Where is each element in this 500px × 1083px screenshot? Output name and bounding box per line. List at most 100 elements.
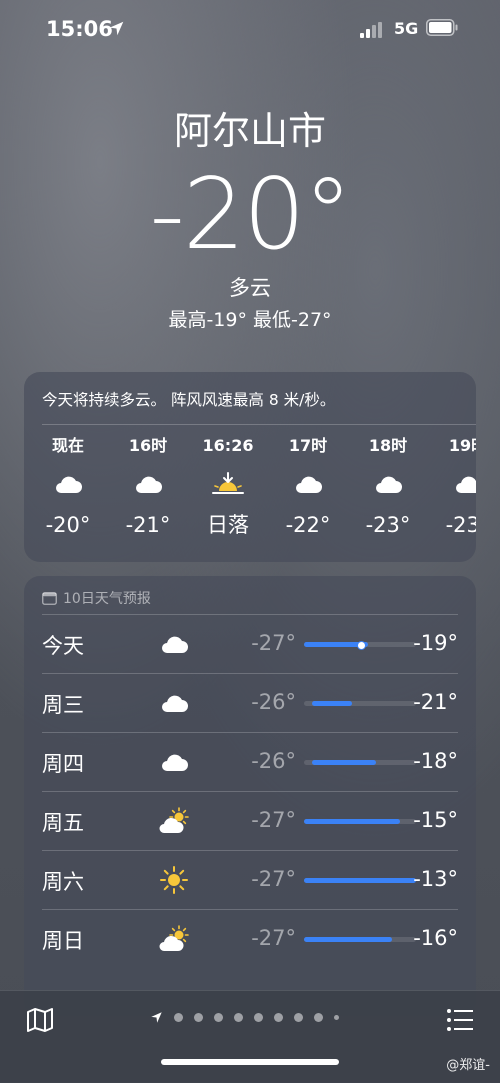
- location-arrow-icon: [109, 21, 124, 36]
- page-dot[interactable]: [294, 1013, 303, 1022]
- current-condition: 多云: [229, 276, 271, 300]
- forecast-row[interactable]: 周四 -26° -18°: [42, 732, 458, 792]
- network-type: 5G: [394, 19, 419, 38]
- hour-temperature: -21°: [125, 513, 171, 537]
- day-label: 周五: [42, 811, 84, 835]
- hourly-item: 18时 -23°: [358, 434, 418, 540]
- low-temperature: -26°: [251, 749, 296, 773]
- hourly-item: 16:26 日落: [198, 434, 258, 540]
- high-low: 最高-19° 最低-27°: [168, 309, 332, 331]
- temperature-range-fill: [312, 701, 352, 706]
- hour-label: 19时: [448, 436, 476, 455]
- hourly-item: 16时 -21°: [118, 434, 178, 540]
- page-dot[interactable]: [234, 1013, 243, 1022]
- battery-icon: [426, 19, 458, 36]
- high-temperature: -19°: [413, 631, 458, 655]
- current-temperature: -20°: [149, 158, 352, 272]
- high-temperature: -13°: [413, 867, 458, 891]
- partly-sunny-icon: [154, 803, 194, 839]
- hourly-item: 17时 -22°: [278, 434, 338, 540]
- page-dot[interactable]: [274, 1013, 283, 1022]
- page-dot[interactable]: [254, 1013, 263, 1022]
- city-name: 阿尔山市: [173, 109, 326, 153]
- page-indicator[interactable]: [150, 1011, 339, 1024]
- current-temperature-marker: [356, 641, 366, 650]
- day-label: 今天: [42, 634, 84, 658]
- daily-forecast-card[interactable]: 10日天气预报 今天 -27° -19° 周三 -26° -21° 周四 -26° -18° 周五…: [24, 576, 476, 1016]
- day-label: 周四: [42, 752, 84, 776]
- day-label: 周三: [42, 693, 84, 717]
- day-label: 周六: [42, 870, 84, 894]
- page-dot[interactable]: [194, 1013, 203, 1022]
- temperature-range-bar: [304, 641, 416, 650]
- hour-temperature: -23°: [445, 513, 476, 537]
- list-icon[interactable]: [446, 1008, 474, 1032]
- low-temperature: -27°: [251, 926, 296, 950]
- cloud-icon: [118, 458, 178, 510]
- divider: [42, 424, 476, 425]
- temperature-range-fill: [304, 878, 416, 883]
- temperature-range-bar: [304, 701, 416, 706]
- temperature-range-bar: [304, 937, 416, 942]
- day-label: 周日: [42, 929, 84, 953]
- status-time: 15:06: [46, 17, 113, 41]
- cloud-icon: [278, 458, 338, 510]
- hourly-item: 现在 -20°: [38, 434, 98, 540]
- forecast-row[interactable]: 周三 -26° -21°: [42, 673, 458, 733]
- cloud-icon: [438, 458, 476, 510]
- temperature-range-fill: [312, 760, 376, 765]
- low-temperature: -27°: [251, 867, 296, 891]
- cloud-icon: [154, 685, 194, 721]
- page-dot[interactable]: [314, 1013, 323, 1022]
- status-bar: 15:06 5G: [0, 0, 500, 60]
- forecast-row[interactable]: 今天 -27° -19°: [42, 614, 458, 674]
- high-temperature: -21°: [413, 690, 458, 714]
- temperature-range-bar: [304, 878, 416, 883]
- hour-temperature: -23°: [365, 513, 411, 537]
- forecast-row[interactable]: 周日 -27° -16°: [42, 909, 458, 969]
- low-temperature: -26°: [251, 690, 296, 714]
- cloud-icon: [154, 744, 194, 780]
- hour-temperature: 日落: [207, 513, 249, 537]
- cellular-signal-icon: [360, 22, 382, 38]
- hour-temperature: -20°: [45, 513, 91, 537]
- hour-label: 16:26: [202, 436, 254, 455]
- partly-sunny-icon: [154, 921, 194, 957]
- hour-label: 16时: [128, 436, 168, 455]
- current-weather: 阿尔山市 -20° 多云 最高-19° 最低-27°: [0, 106, 500, 332]
- forecast-row[interactable]: 周六 -27° -13°: [42, 850, 458, 910]
- page-dot[interactable]: [334, 1015, 339, 1020]
- forecast-summary: 今天将持续多云。 阵风风速最高 8 米/秒。: [42, 391, 336, 409]
- daily-forecast-title: 10日天气预报: [63, 591, 151, 607]
- high-temperature: -18°: [413, 749, 458, 773]
- high-temperature: -15°: [413, 808, 458, 832]
- forecast-row[interactable]: 周五 -27° -15°: [42, 791, 458, 851]
- sunset-icon: [198, 458, 258, 510]
- current-location-page-icon[interactable]: [150, 1011, 163, 1024]
- hour-label: 现在: [51, 436, 84, 455]
- hour-label: 17时: [288, 436, 328, 455]
- high-temperature: -16°: [413, 926, 458, 950]
- cloud-icon: [358, 458, 418, 510]
- hourly-item: 19时 -23°: [438, 434, 476, 540]
- daily-forecast-header: 10日天气预报: [42, 588, 151, 608]
- temperature-range-bar: [304, 760, 416, 765]
- home-indicator[interactable]: [161, 1059, 339, 1065]
- bottom-toolbar: @郑谊-: [0, 990, 500, 1083]
- page-dot[interactable]: [214, 1013, 223, 1022]
- cloud-icon: [38, 458, 98, 510]
- calendar-icon: [42, 592, 57, 605]
- map-icon[interactable]: [26, 1007, 54, 1033]
- sun-icon: [154, 862, 194, 898]
- hour-label: 18时: [368, 436, 408, 455]
- cloud-icon: [154, 626, 194, 662]
- temperature-range-fill: [304, 819, 400, 824]
- page-dot[interactable]: [174, 1013, 183, 1022]
- hour-temperature: -22°: [285, 513, 331, 537]
- temperature-range-fill: [304, 937, 392, 942]
- watermark: @郑谊-: [446, 1058, 490, 1073]
- temperature-range-bar: [304, 819, 416, 824]
- low-temperature: -27°: [251, 631, 296, 655]
- low-temperature: -27°: [251, 808, 296, 832]
- hourly-forecast-card[interactable]: 今天将持续多云。 阵风风速最高 8 米/秒。 现在 -20° 16时 -21° 16:2…: [24, 372, 476, 562]
